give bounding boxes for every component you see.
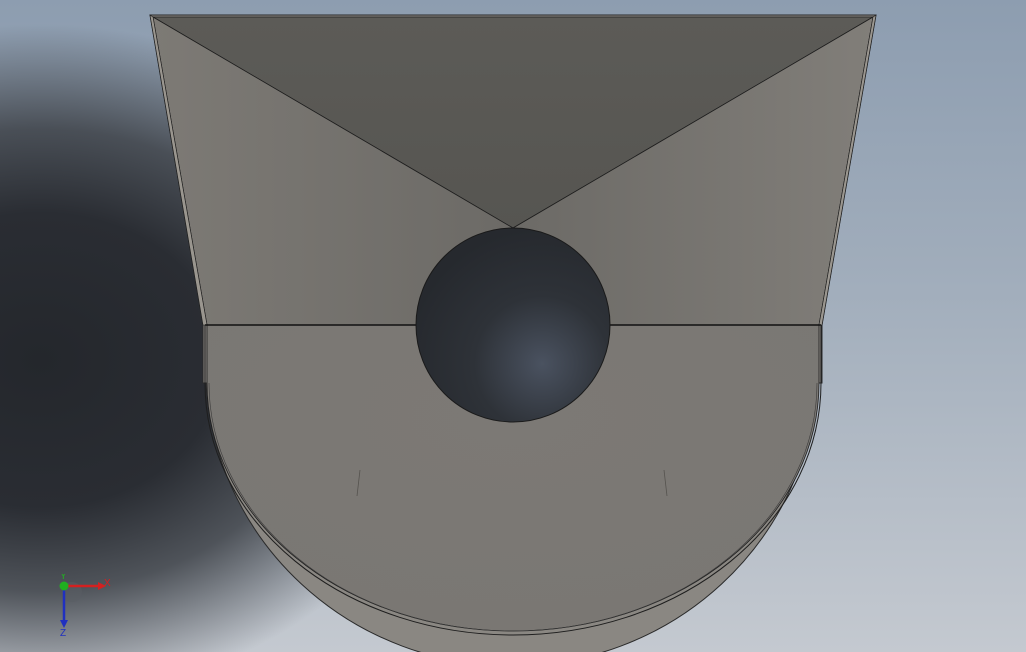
z-axis-label: Z	[60, 628, 66, 638]
part-model[interactable]	[0, 0, 1026, 652]
axis-triad: X Y Z	[59, 574, 111, 638]
center-hole	[415, 227, 611, 423]
z-axis-arrow	[60, 620, 68, 628]
3d-viewport[interactable]: X Y Z	[0, 0, 1026, 652]
x-axis-label: X	[104, 578, 111, 589]
y-axis-dot	[59, 581, 69, 591]
y-axis-label: Y	[60, 574, 67, 582]
